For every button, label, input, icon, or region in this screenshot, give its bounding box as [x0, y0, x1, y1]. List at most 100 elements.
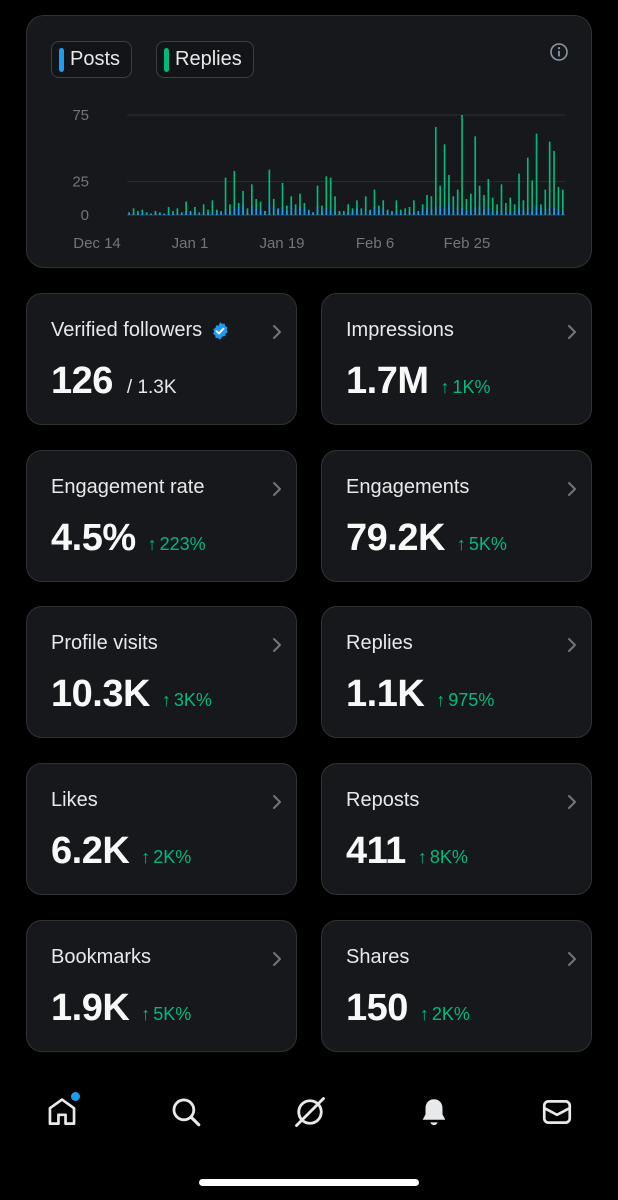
nav-grok[interactable] — [290, 1090, 330, 1134]
posts-bar — [456, 207, 459, 215]
posts-bar — [325, 208, 328, 215]
posts-bar — [540, 208, 542, 215]
posts-bar — [413, 212, 415, 215]
stat-row: 1.7M ↑ 1K% — [346, 360, 491, 403]
stat-card-impressions[interactable]: Impressions 1.7M ↑ 1K% — [321, 293, 592, 425]
legend-replies[interactable]: Replies — [156, 41, 254, 78]
posts-bar — [544, 209, 547, 215]
y-tick-label: 75 — [72, 107, 89, 124]
posts-bar — [430, 209, 433, 215]
posts-bar — [338, 212, 341, 215]
stat-card-likes[interactable]: Likes 6.2K ↑ 2K% — [26, 763, 297, 895]
x-tick-label: Dec 14 — [73, 235, 121, 252]
posts-bar — [307, 211, 310, 215]
posts-bar — [417, 211, 420, 215]
posts-bar — [194, 212, 196, 215]
stat-change: ↑ 2K% — [141, 847, 191, 868]
stat-card-engagements[interactable]: Engagements 79.2K ↑ 5K% — [321, 450, 592, 582]
info-icon[interactable] — [549, 42, 569, 62]
stat-value: 4.5% — [51, 517, 136, 559]
nav-notifications[interactable] — [414, 1090, 454, 1134]
nav-messages[interactable] — [537, 1090, 577, 1134]
replies-bar — [548, 141, 551, 215]
stat-row: 79.2K ↑ 5K% — [346, 517, 507, 560]
stat-change-value: 5K% — [153, 1004, 192, 1024]
posts-bar — [378, 209, 380, 215]
stat-card-profile-visits[interactable]: Profile visits 10.3K ↑ 3K% — [26, 606, 297, 738]
stat-change-value: 223% — [159, 534, 206, 554]
replies-bar — [329, 177, 332, 215]
stat-row: 126 / 1.3K — [51, 360, 177, 403]
verified-badge-icon — [213, 321, 228, 340]
posts-bar — [351, 211, 354, 215]
arrow-up-icon: ↑ — [417, 847, 427, 867]
posts-bar — [391, 212, 393, 215]
stat-card-verified-followers[interactable]: Verified followers 126 / 1.3K — [26, 293, 297, 425]
posts-bar — [137, 213, 139, 215]
stat-title: Impressions — [346, 319, 454, 342]
posts-bar — [251, 205, 253, 215]
stat-row: 1.1K ↑ 975% — [346, 673, 494, 716]
stat-change: ↑ 975% — [436, 690, 494, 711]
stat-row: 4.5% ↑ 223% — [51, 517, 206, 560]
replies-bar — [443, 144, 446, 215]
x-tick-label: Jan 1 — [172, 235, 209, 252]
stat-change-value: 3K% — [173, 690, 212, 710]
stat-change-value: 2K% — [153, 847, 192, 867]
chevron-right-icon — [273, 325, 281, 339]
posts-bar — [255, 208, 258, 215]
notifications-icon — [422, 1099, 446, 1126]
stat-row: 411 ↑ 8K% — [346, 830, 468, 873]
stat-card-replies[interactable]: Replies 1.1K ↑ 975% — [321, 606, 592, 738]
stat-value: 1.7M — [346, 360, 429, 402]
posts-bar — [531, 211, 533, 215]
posts-bar — [128, 212, 131, 215]
search-icon — [172, 1098, 201, 1127]
posts-bar — [145, 213, 148, 215]
posts-swatch — [59, 47, 64, 72]
stat-card-engagement-rate[interactable]: Engagement rate 4.5% ↑ 223% — [26, 450, 297, 582]
posts-bar — [277, 209, 279, 215]
posts-bar — [474, 207, 477, 215]
posts-bar — [207, 213, 209, 215]
posts-bar — [211, 213, 214, 215]
posts-bar — [215, 211, 218, 215]
stat-row: 150 ↑ 2K% — [346, 987, 470, 1030]
chevron-right-icon — [568, 482, 576, 496]
posts-bar — [421, 209, 424, 215]
chevron-right-icon — [568, 325, 576, 339]
posts-bar — [220, 212, 222, 215]
posts-bar — [189, 212, 192, 215]
posts-bar — [561, 211, 564, 215]
posts-bar — [439, 205, 441, 215]
stat-card-bookmarks[interactable]: Bookmarks 1.9K ↑ 5K% — [26, 920, 297, 1052]
legend-replies-label: Replies — [175, 48, 242, 70]
stat-change-value: 1K% — [452, 377, 491, 397]
posts-bar — [470, 209, 472, 215]
nav-search[interactable] — [166, 1090, 206, 1134]
posts-bar — [294, 209, 297, 215]
posts-bar — [443, 208, 446, 215]
legend-posts[interactable]: Posts — [51, 41, 133, 78]
stat-value: 1.9K — [51, 987, 130, 1029]
stat-value: 150 — [346, 987, 408, 1029]
posts-bar — [172, 213, 174, 215]
posts-bar — [360, 212, 363, 215]
stat-card-shares[interactable]: Shares 150 ↑ 2K% — [321, 920, 592, 1052]
stat-change-value: 8K% — [429, 847, 468, 867]
stat-title-text: Impressions — [346, 319, 454, 341]
posts-bar — [404, 213, 406, 215]
posts-bar — [272, 207, 275, 215]
bottom-navigation — [0, 1080, 618, 1150]
posts-bar — [303, 208, 306, 215]
posts-bar — [299, 207, 301, 215]
stat-title: Shares — [346, 946, 409, 969]
arrow-up-icon: ↑ — [436, 690, 446, 710]
stat-card-reposts[interactable]: Reposts 411 ↑ 8K% — [321, 763, 592, 895]
arrow-up-icon: ↑ — [456, 534, 466, 554]
posts-bar — [268, 203, 271, 215]
nav-home[interactable] — [42, 1090, 82, 1134]
stat-title: Bookmarks — [51, 946, 151, 969]
grok-icon — [295, 1097, 325, 1127]
posts-bar — [408, 211, 411, 215]
